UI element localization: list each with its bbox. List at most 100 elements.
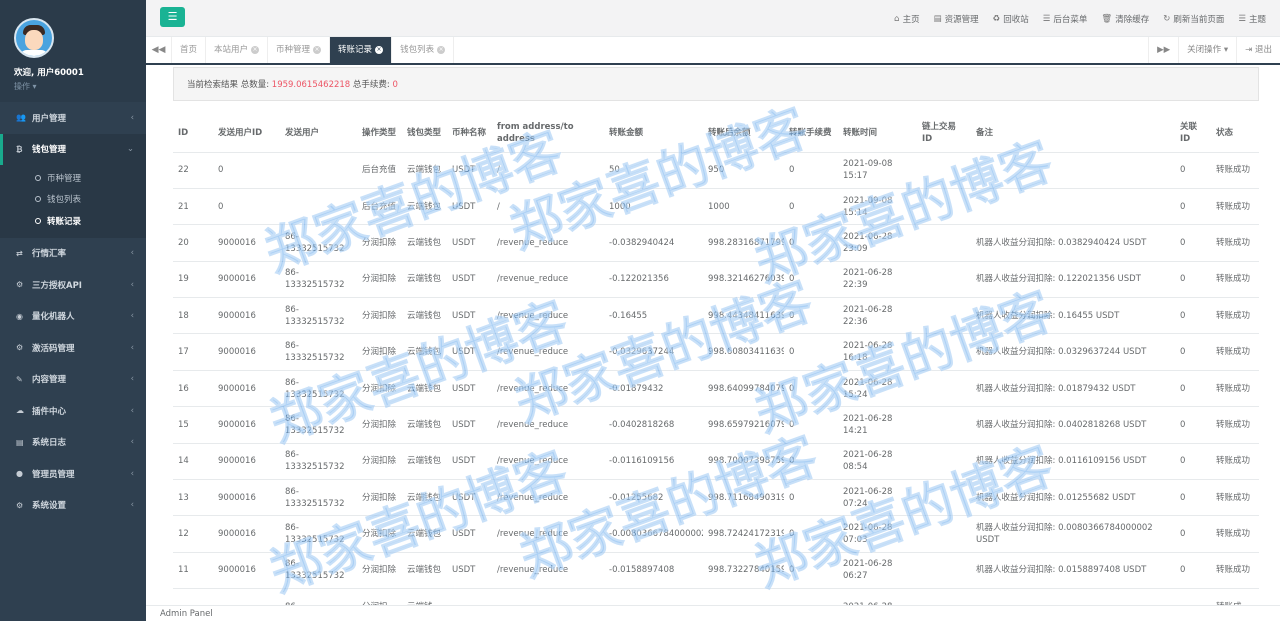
table-cell: /revenue_reduce <box>492 552 604 590</box>
table-cell: 机器人收益分润扣除: 0.0329637244 USDT <box>971 333 1175 371</box>
sidebar-item-4[interactable]: ◉ 量化机器人 ‹ <box>0 301 146 333</box>
sidebar-item-label: 钱包管理 <box>32 145 67 156</box>
table-cell: 998.32146276039 <box>703 261 784 299</box>
column-header: 转账时间 <box>838 115 917 153</box>
table-cell: /revenue_reduce <box>492 479 604 517</box>
sidebar-item-8[interactable]: ▤ 系统日志 ‹ <box>0 427 146 459</box>
table-cell: 86-13332515732 <box>280 515 357 553</box>
sidebar-item-label: 内容管理 <box>32 375 67 386</box>
table-row[interactable]: 11 9000016 86-13332515732 分润扣除 云端钱包 USDT/reve… <box>173 552 1259 590</box>
table-cell: 后台充值 <box>357 152 402 189</box>
close-icon[interactable]: × <box>313 46 322 54</box>
table-row[interactable]: 19 9000016 86-13332515732 分润扣除 云端钱包 USDT/reve… <box>173 261 1259 299</box>
table-row[interactable]: 12 9000016 86-13332515732 分润扣除 云端钱包 USDT/reve… <box>173 515 1259 553</box>
profile-ops-dropdown[interactable]: 操作 ▾ <box>14 81 146 92</box>
table-cell: 11 <box>173 552 213 590</box>
table-cell: 1000 <box>604 188 703 226</box>
table-row[interactable]: 14 9000016 86-13332515732 分润扣除 云端钱包 USDT/reve… <box>173 443 1259 481</box>
top-link-3[interactable]: ☰ 后台菜单 <box>1043 13 1088 25</box>
tab-4[interactable]: 钱包列表 × <box>392 37 455 63</box>
table-row[interactable]: 13 9000016 86-13332515732 分润扣除 云端钱包 USDT/reve… <box>173 479 1259 517</box>
logout-button[interactable]: ⇥ 退出 <box>1236 37 1280 63</box>
table-cell: 云端钱包 <box>402 370 447 408</box>
tab-label: 首页 <box>180 45 198 55</box>
table-row[interactable]: 20 9000016 86-13332515732 分润扣除 云端钱包 USDT/reve… <box>173 224 1259 262</box>
menu-toggle-button[interactable]: ☰ <box>160 7 185 27</box>
table-row[interactable]: 15 9000016 86-13332515732 分润扣除 云端钱包 USDT/reve… <box>173 406 1259 444</box>
top-link-2[interactable]: ♻ 回收站 <box>993 13 1029 25</box>
close-icon[interactable]: × <box>251 46 260 54</box>
table-cell: 0 <box>784 333 838 371</box>
table-cell <box>447 588 492 605</box>
sidebar-item-10[interactable]: ⚙ 系统设置 ‹ <box>0 490 146 522</box>
top-link-6[interactable]: ☰ 主题 <box>1238 13 1266 25</box>
sidebar-item-1[interactable]: ₿ 钱包管理 ⌄ <box>0 133 146 165</box>
double-left-arrow-icon: ◀◀ <box>151 45 166 55</box>
summary-fee-label: 总手续费: <box>352 80 390 90</box>
submenu-item-1[interactable]: 钱包列表 <box>0 189 146 211</box>
tab-scroll-left-button[interactable]: ◀◀ <box>146 37 172 63</box>
sidebar-item-9[interactable]: ● 管理员管理 ‹ <box>0 458 146 490</box>
table-cell: 998.70007398759 <box>703 443 784 481</box>
chevron-left-icon: ‹ <box>130 279 134 290</box>
table-cell: /revenue_reduce <box>492 443 604 481</box>
table-cell: 9000016 <box>213 261 280 299</box>
top-links: ⌂ 主页 ▤ 资源管理 ♻ 回收站 ☰ 后台菜单 🗑 清除缓存 ↻ 刷新当前页面 ☰ 主题 <box>894 0 1280 37</box>
table-cell: 云端钱包 <box>402 406 447 444</box>
table-cell <box>917 370 971 408</box>
sidebar-item-0[interactable]: 👥 用户管理 ‹ <box>0 102 146 134</box>
table-cell: 转账成 <box>1211 588 1259 605</box>
table-cell: 云端钱包 <box>402 152 447 189</box>
table-cell: 9000016 <box>213 552 280 590</box>
sidebar-item-2[interactable]: ⇄ 行情汇率 ‹ <box>0 238 146 270</box>
table-cell: 86-13332515732 <box>280 261 357 299</box>
table-cell: 998.72424172319 <box>703 515 784 553</box>
top-link-label: 主题 <box>1248 14 1266 25</box>
footer: Admin Panel <box>146 605 1280 621</box>
summary-fee: 0 <box>392 80 398 90</box>
top-link-label: 资源管理 <box>944 14 979 25</box>
table-row[interactable]: 16 9000016 86-13332515732 分润扣除 云端钱包 USDT/reve… <box>173 370 1259 408</box>
table-cell: 86-13332515732 <box>280 443 357 481</box>
table-row[interactable]: 18 9000016 86-13332515732 分润扣除 云端钱包 USDT/reve… <box>173 297 1259 335</box>
sidebar-item-5[interactable]: ⚙ 激活码管理 ‹ <box>0 332 146 364</box>
table-cell: 0 <box>1175 224 1211 262</box>
tab-scroll-right-button[interactable]: ▶▶ <box>1148 37 1178 63</box>
hamburger-icon: ☰ <box>167 10 178 23</box>
avatar[interactable] <box>14 18 54 58</box>
top-link-0[interactable]: ⌂ 主页 <box>894 13 919 25</box>
table-cell: 50 <box>604 152 703 189</box>
submenu-item-2[interactable]: 转账记录 <box>0 210 146 232</box>
table-cell: USDT <box>447 515 492 553</box>
table-row[interactable]: 17 9000016 86-13332515732 分润扣除 云端钱包 USDT/reve… <box>173 333 1259 371</box>
tab-3[interactable]: 转账记录 × <box>330 37 393 63</box>
sidebar-item-3[interactable]: ⚙ 三方授权API ‹ <box>0 269 146 301</box>
tab-label: 本站用户 <box>214 45 249 55</box>
table-row[interactable]: 21 0 后台充值 云端钱包 USDT/1000 1000 0 2021-09-08 15:1… <box>173 188 1259 226</box>
table-cell: 0 <box>784 515 838 553</box>
table-cell: 分润扣除 <box>357 261 402 299</box>
table-cell: 12 <box>173 515 213 553</box>
table-cell: /revenue_reduce <box>492 515 604 553</box>
sidebar-item-7[interactable]: ☁ 插件中心 ‹ <box>0 395 146 427</box>
top-link-4[interactable]: 🗑 清除缓存 <box>1101 13 1149 25</box>
chevron-left-icon: ‹ <box>130 500 134 511</box>
sidebar-item-6[interactable]: ✎ 内容管理 ‹ <box>0 364 146 396</box>
close-icon[interactable]: × <box>375 46 384 54</box>
table-cell: /revenue_reduce <box>492 406 604 444</box>
close-ops-dropdown[interactable]: 关闭操作 ▾ <box>1178 37 1236 63</box>
table-row[interactable]: 22 0 后台充值 云端钱包 USDT/50 950 0 2021-09-08 15:17 0 转… <box>173 152 1259 189</box>
column-header: 链上交易ID <box>917 115 971 153</box>
tab-2[interactable]: 币种管理 × <box>268 37 331 63</box>
top-link-1[interactable]: ▤ 资源管理 <box>934 13 979 25</box>
top-link-5[interactable]: ↻ 刷新当前页面 <box>1163 13 1224 25</box>
submenu-item-0[interactable]: 币种管理 <box>0 167 146 189</box>
tab-0[interactable]: 首页 <box>172 37 207 63</box>
tab-1[interactable]: 本站用户 × <box>206 37 269 63</box>
table-cell: 9000016 <box>213 297 280 335</box>
column-header: 发送用户ID <box>213 115 280 153</box>
close-icon[interactable]: × <box>437 46 446 54</box>
sidebar-item-label: 系统设置 <box>32 501 67 512</box>
table-row[interactable]: 86-分润扣云端钱 2021-06-28 转账成 <box>173 588 1259 605</box>
column-header: 钱包类型 <box>402 115 447 153</box>
